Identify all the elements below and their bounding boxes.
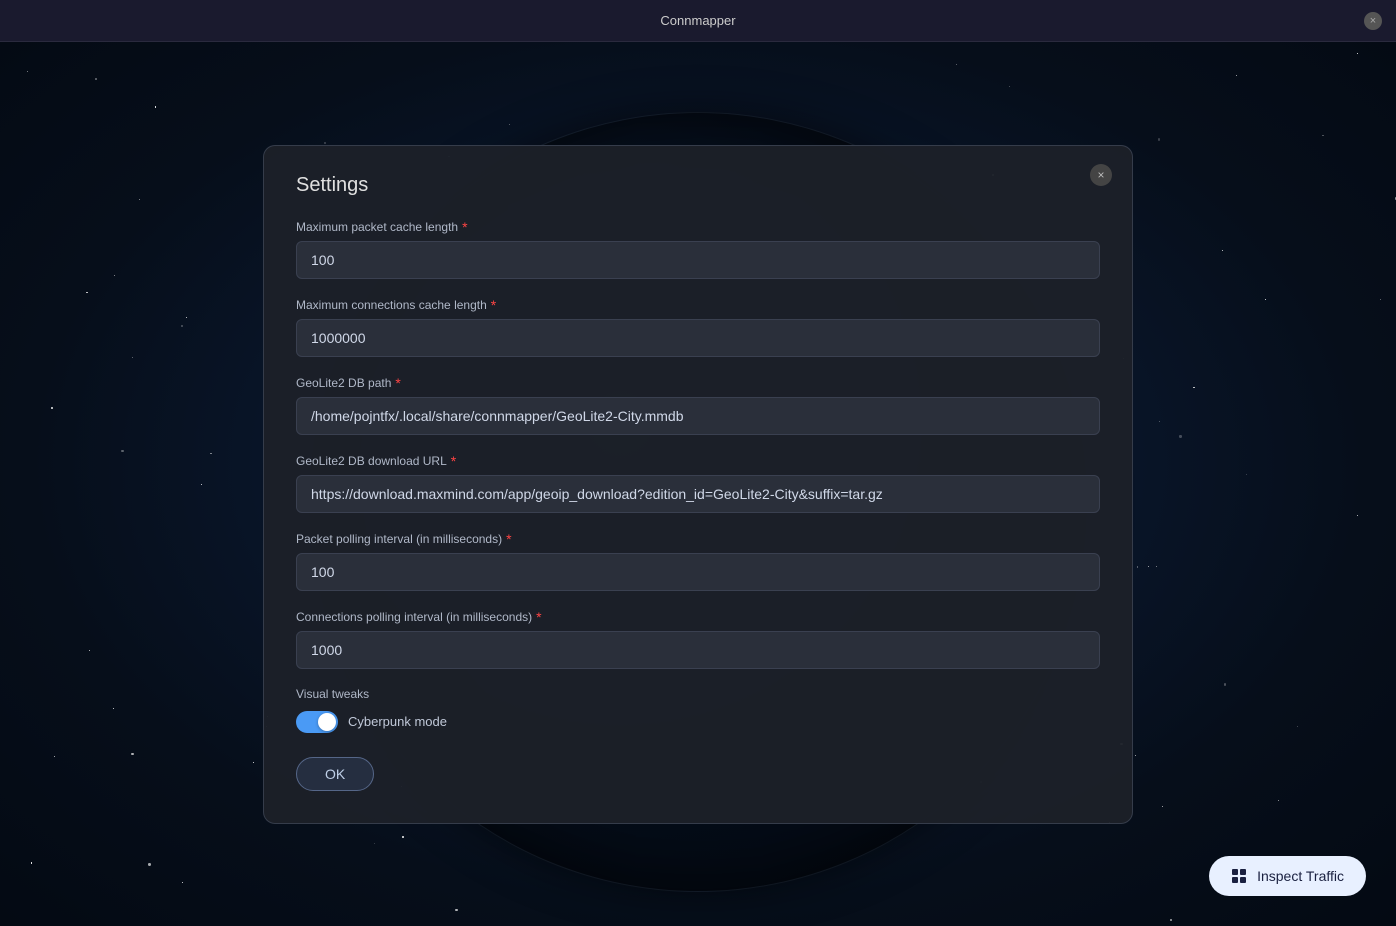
required-indicator: * [536,609,541,625]
ok-button[interactable]: OK [296,757,374,791]
modal-close-button[interactable]: × [1090,164,1112,186]
cyberpunk-mode-row: Cyberpunk mode [296,711,1100,733]
required-indicator: * [395,375,400,391]
inspect-traffic-label: Inspect Traffic [1257,868,1344,884]
input-max-packet-cache[interactable] [296,241,1100,279]
input-geolite-db-path[interactable] [296,397,1100,435]
field-label-connections-polling: Connections polling interval (in millise… [296,609,1100,625]
grid-icon [1231,868,1247,884]
field-label-max-connections-cache: Maximum connections cache length * [296,297,1100,313]
settings-modal: Settings × Maximum packet cache length *… [263,145,1133,824]
cyberpunk-mode-toggle[interactable] [296,711,338,733]
modal-title: Settings [296,174,1100,197]
titlebar-close-button[interactable]: × [1364,12,1382,30]
modal-close-icon: × [1097,168,1104,182]
cyberpunk-mode-label: Cyberpunk mode [348,714,447,729]
inspect-traffic-button[interactable]: Inspect Traffic [1209,856,1366,896]
field-label-geolite-db-path: GeoLite2 DB path * [296,375,1100,391]
required-indicator: * [462,219,467,235]
input-max-connections-cache[interactable] [296,319,1100,357]
field-label-max-packet-cache: Maximum packet cache length * [296,219,1100,235]
field-geolite-db-url: GeoLite2 DB download URL * [296,453,1100,513]
visual-tweaks-section: Visual tweaks Cyberpunk mode [296,687,1100,733]
input-packet-polling[interactable] [296,553,1100,591]
modal-overlay: Settings × Maximum packet cache length *… [0,42,1396,926]
field-label-packet-polling: Packet polling interval (in milliseconds… [296,531,1100,547]
titlebar-close-icon: × [1370,15,1376,27]
field-max-packet-cache: Maximum packet cache length * [296,219,1100,279]
toggle-knob [318,713,336,731]
field-connections-polling: Connections polling interval (in millise… [296,609,1100,669]
field-packet-polling: Packet polling interval (in milliseconds… [296,531,1100,591]
app-title: Connmapper [660,13,735,28]
field-max-connections-cache: Maximum connections cache length * [296,297,1100,357]
input-geolite-db-url[interactable] [296,475,1100,513]
titlebar: Connmapper × [0,0,1396,42]
required-indicator: * [451,453,456,469]
visual-tweaks-label: Visual tweaks [296,687,1100,701]
field-geolite-db-path: GeoLite2 DB path * [296,375,1100,435]
field-label-geolite-db-url: GeoLite2 DB download URL * [296,453,1100,469]
required-indicator: * [491,297,496,313]
required-indicator: * [506,531,511,547]
input-connections-polling[interactable] [296,631,1100,669]
